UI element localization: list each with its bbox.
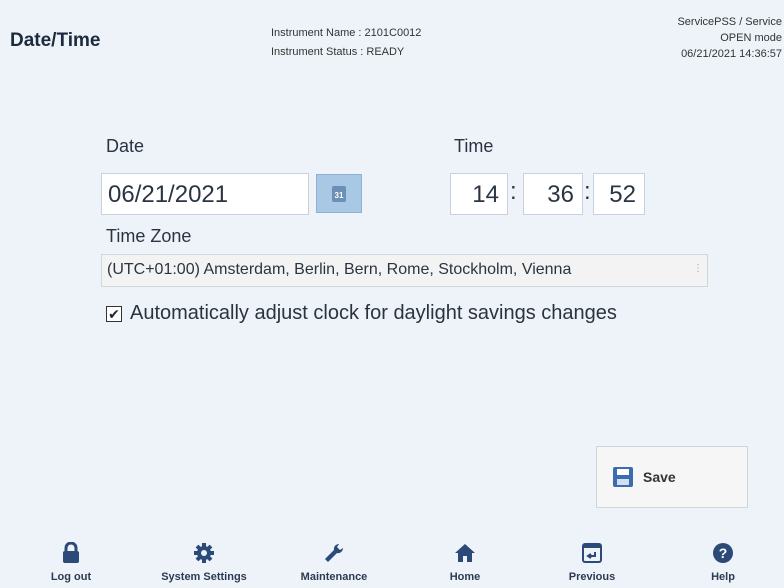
dst-checkbox[interactable]: ✔ bbox=[106, 305, 122, 322]
nav-logout[interactable]: Log out bbox=[16, 540, 126, 583]
save-label: Save bbox=[643, 469, 676, 485]
timezone-value: (UTC+01:00) Amsterdam, Berlin, Bern, Rom… bbox=[107, 261, 572, 278]
access-mode: OPEN mode bbox=[720, 32, 782, 44]
dst-label: Automatically adjust clock for daylight … bbox=[130, 302, 617, 324]
header-bar: Date/Time Instrument Name : 2101C0012 In… bbox=[0, 0, 784, 70]
home-icon bbox=[410, 540, 520, 564]
instrument-info: Instrument Name : 2101C0012 Instrument S… bbox=[271, 24, 421, 62]
previous-icon bbox=[537, 540, 647, 564]
session-info: ServicePSS / Service OPEN mode 06/21/202… bbox=[677, 14, 782, 62]
instrument-status: Instrument Status : READY bbox=[271, 46, 405, 58]
date-input[interactable]: 06/21/2021 bbox=[101, 173, 309, 215]
lock-icon bbox=[16, 540, 126, 564]
time-label: Time bbox=[454, 136, 494, 156]
dropdown-icon: ⋮ bbox=[693, 263, 703, 274]
time-separator: : bbox=[584, 178, 591, 205]
timezone-label: Time Zone bbox=[106, 226, 192, 246]
second-input[interactable]: 52 bbox=[593, 173, 645, 215]
calendar-button[interactable]: 31 bbox=[316, 174, 362, 213]
nav-system-settings[interactable]: System Settings bbox=[149, 540, 259, 583]
date-label: Date bbox=[106, 136, 145, 156]
timezone-select[interactable]: (UTC+01:00) Amsterdam, Berlin, Bern, Rom… bbox=[101, 254, 708, 287]
nav-home[interactable]: Home bbox=[410, 540, 520, 583]
gear-icon bbox=[149, 540, 259, 564]
save-button[interactable]: Save bbox=[596, 446, 748, 508]
bottom-nav: Log out System Settings Maintenance Home… bbox=[0, 540, 784, 588]
nav-help[interactable]: ? Help bbox=[668, 540, 778, 583]
calendar-icon: 31 bbox=[332, 185, 346, 202]
svg-text:?: ? bbox=[719, 545, 728, 561]
instrument-name: Instrument Name : 2101C0012 bbox=[271, 27, 422, 39]
nav-previous[interactable]: Previous bbox=[537, 540, 647, 583]
hour-input[interactable]: 14 bbox=[450, 173, 508, 215]
page-title: Date/Time bbox=[10, 30, 101, 51]
dst-checkbox-row[interactable]: ✔ Automatically adjust clock for dayligh… bbox=[106, 302, 617, 325]
user-role: ServicePSS / Service bbox=[677, 16, 782, 28]
minute-input[interactable]: 36 bbox=[523, 173, 583, 215]
time-separator: : bbox=[510, 178, 517, 205]
nav-maintenance[interactable]: Maintenance bbox=[279, 540, 389, 583]
header-datetime: 06/21/2021 14:36:57 bbox=[681, 48, 782, 60]
wrench-icon bbox=[279, 540, 389, 564]
help-icon: ? bbox=[668, 540, 778, 564]
save-icon bbox=[613, 467, 633, 487]
